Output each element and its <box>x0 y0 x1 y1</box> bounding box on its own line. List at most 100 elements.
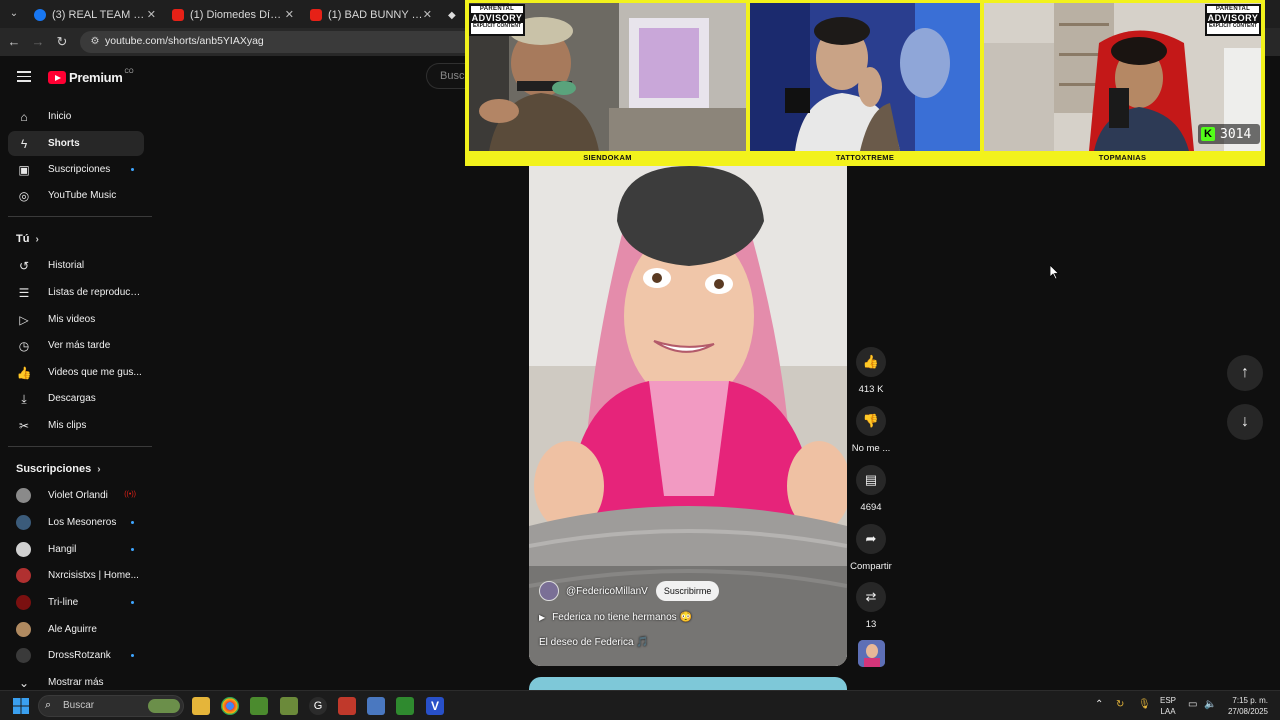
home-icon: ⌂ <box>20 109 28 124</box>
kick-viewer-count: K 3014 <box>1198 124 1260 144</box>
new-content-dot <box>131 521 134 524</box>
like-button[interactable]: 👍 413 K <box>849 347 893 395</box>
divider <box>8 446 152 447</box>
reload-icon[interactable]: ↻ <box>54 34 70 50</box>
share-button[interactable]: ➦ Compartir <box>849 524 893 572</box>
back-icon[interactable]: ← <box>6 34 22 50</box>
taskbar-search-input[interactable]: ⌕ Buscar <box>38 695 184 717</box>
section-subscriptions-title[interactable]: Suscripciones › <box>16 463 101 475</box>
dislike-button[interactable]: 👎 No me ... <box>849 406 893 454</box>
chevron-up-icon[interactable]: ⌃ <box>1095 699 1103 710</box>
sidebar: Premium CO ⌂ Inicio ϟ Shorts ▣ Suscripci… <box>0 56 152 690</box>
search-highlight-image <box>148 699 180 713</box>
subscription-item[interactable]: Hangil <box>8 537 144 562</box>
sidebar-item-clips[interactable]: ✂ Mis clips <box>8 413 144 438</box>
tab-label: (1) Diomedes Díaz - Tu Cu <box>190 9 285 21</box>
avatar <box>16 542 31 557</box>
omnibox[interactable]: ⚙ youtube.com/shorts/anb5YIAXyag <box>80 31 520 53</box>
close-tab-icon[interactable]: ✕ <box>147 8 156 21</box>
forward-icon[interactable]: → <box>30 34 46 50</box>
sidebar-item-playlists[interactable]: ☰ Listas de reproducc... <box>8 280 144 305</box>
sidebar-item-inicio[interactable]: ⌂ Inicio <box>8 104 144 129</box>
file-explorer-icon[interactable] <box>192 697 210 715</box>
avatar <box>16 622 31 637</box>
subscription-item[interactable]: DrossRotzank <box>8 643 144 668</box>
close-tab-icon[interactable]: ✕ <box>423 8 432 21</box>
youtube-logo-icon <box>48 71 66 84</box>
clips-icon: ✂ <box>18 418 30 433</box>
sound-thumbnail[interactable] <box>858 640 885 667</box>
subscription-item[interactable]: Tri-line <box>8 590 144 615</box>
sync-icon[interactable]: ↻ <box>1116 699 1124 710</box>
tab-search-dropdown-icon[interactable]: ⌄ <box>6 6 22 22</box>
youtube-icon <box>310 9 322 21</box>
avatar <box>16 595 31 610</box>
browser-tab[interactable]: (1) BAD BUNNY - TE DESI ✕ <box>304 3 440 27</box>
language-indicator[interactable]: ESP LAA <box>1158 695 1178 717</box>
arrow-up-icon: ↑ <box>1241 364 1249 381</box>
sidebar-item-my-videos[interactable]: ▷ Mis videos <box>8 307 144 332</box>
network-icon[interactable]: ▭ <box>1188 699 1197 710</box>
url-text[interactable]: youtube.com/shorts/anb5YIAXyag <box>105 35 264 47</box>
minecraft-launcher-icon[interactable] <box>280 697 298 715</box>
channel-handle[interactable]: @FedericoMillanV <box>566 586 648 597</box>
watch-later-icon: ◷ <box>18 338 30 353</box>
windows-start-icon[interactable] <box>12 697 30 715</box>
sidebar-item-downloads[interactable]: ⤓ Descargas <box>8 386 144 411</box>
sidebar-item-liked-videos[interactable]: 👍 Videos que me gus... <box>8 360 144 385</box>
minecraft-icon[interactable] <box>250 697 268 715</box>
comment-icon: ▤ <box>856 465 886 495</box>
mouse-cursor-icon <box>1049 264 1060 285</box>
avatar <box>16 648 31 663</box>
short-music[interactable]: El deseo de Federica 🎵 <box>539 637 649 648</box>
app-g-icon[interactable]: G <box>309 697 327 715</box>
next-short-preview[interactable] <box>529 677 847 691</box>
previous-short-button[interactable]: ↑ <box>1227 355 1263 391</box>
menu-icon[interactable] <box>17 71 31 82</box>
short-title[interactable]: ▶ Federica no tiene hermanos 😳 <box>539 612 692 623</box>
app-red-icon[interactable] <box>338 697 356 715</box>
live-icon: ((•)) <box>124 491 136 498</box>
volume-icon[interactable]: 🔈 <box>1204 699 1216 710</box>
webcam-label: TATTOXTREME <box>835 153 895 162</box>
app-v-icon[interactable]: V <box>426 697 444 715</box>
downloads-icon: ⤓ <box>21 391 27 406</box>
close-tab-icon[interactable]: ✕ <box>285 8 294 21</box>
subscription-item[interactable]: Ale Aguirre <box>8 617 144 642</box>
browser-tab[interactable]: (3) REAL TEAM PRRASI | F ✕ <box>28 3 164 27</box>
section-you-title[interactable]: Tú › <box>16 233 39 245</box>
liked-videos-icon: 👍 <box>16 365 32 380</box>
new-content-dot <box>131 654 134 657</box>
subscription-item[interactable]: Los Mesoneros <box>8 510 144 535</box>
calculator-icon[interactable] <box>367 697 385 715</box>
sidebar-item-shorts[interactable]: ϟ Shorts <box>8 131 144 156</box>
avatar <box>16 515 31 530</box>
chevron-right-icon: › <box>97 463 101 475</box>
chrome-icon[interactable] <box>221 697 239 715</box>
next-short-button[interactable]: ↓ <box>1227 404 1263 440</box>
sidebar-item-suscripciones[interactable]: ▣ Suscripciones <box>8 157 144 182</box>
search-input[interactable]: Buscar <box>426 63 474 89</box>
playlists-icon: ☰ <box>18 285 30 300</box>
subscription-item[interactable]: Violet Orlandi ((•)) <box>8 483 144 508</box>
system-clock[interactable]: 7:15 p. m. 27/08/2025 <box>1222 695 1268 717</box>
remix-button[interactable]: ⇄ 13 <box>849 582 893 630</box>
microphone-icon[interactable]: 🎙 <box>1138 699 1151 710</box>
media-player-icon[interactable] <box>396 697 414 715</box>
chevron-down-icon: ⌄ <box>18 675 30 690</box>
new-content-dot <box>131 168 134 171</box>
short-video-player[interactable]: @FedericoMillanV Suscribirme ▶ Federica … <box>529 166 847 666</box>
youtube-premium-logo[interactable]: Premium CO <box>48 69 134 85</box>
share-icon: ➦ <box>856 524 886 554</box>
browser-tab[interactable]: ◆ <box>442 3 466 27</box>
sidebar-item-watch-later[interactable]: ◷ Ver más tarde <box>8 333 144 358</box>
channel-avatar[interactable] <box>539 581 559 601</box>
browser-tab[interactable]: (1) Diomedes Díaz - Tu Cu ✕ <box>166 3 302 27</box>
chevron-right-icon: › <box>35 233 39 245</box>
subscribe-button[interactable]: Suscribirme <box>655 581 720 601</box>
comments-button[interactable]: ▤ 4694 <box>849 465 893 513</box>
site-info-icon[interactable]: ⚙ <box>88 35 102 49</box>
subscription-item[interactable]: Nxrcisistxs | Home... <box>8 563 144 588</box>
sidebar-item-historial[interactable]: ↺ Historial <box>8 253 144 278</box>
sidebar-item-youtube-music[interactable]: ◎ YouTube Music <box>8 183 144 208</box>
